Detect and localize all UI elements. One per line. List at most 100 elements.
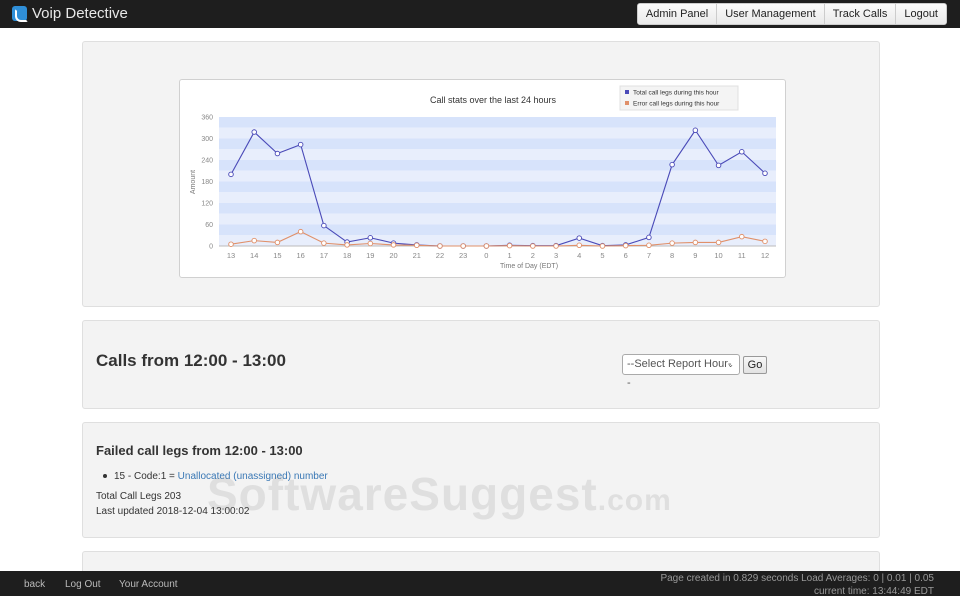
grid-band (219, 203, 776, 214)
x-tick-label: 13 (227, 251, 235, 260)
y-tick-label: 240 (201, 158, 213, 165)
data-point-series-1 (251, 237, 257, 244)
data-point-series-0 (274, 150, 281, 157)
footer-page-stats: Page created in 0.829 seconds Load Avera… (660, 573, 934, 584)
report-hour-select[interactable]: --Select Report Hour-- ⌄ (622, 354, 740, 389)
data-point-series-1 (692, 239, 699, 246)
data-point-series-1 (483, 243, 490, 249)
x-tick-label: 0 (484, 251, 488, 260)
x-tick-label: 1 (508, 251, 512, 260)
x-tick-label: 18 (343, 251, 351, 260)
y-axis-label: Amount (190, 170, 197, 194)
y-tick-label: 180 (201, 179, 213, 186)
x-tick-label: 16 (296, 251, 304, 260)
x-tick-label: 6 (624, 251, 628, 260)
bullet-icon (103, 474, 107, 479)
x-tick-label: 2 (531, 251, 535, 260)
y-tick-label: 360 (201, 115, 213, 122)
go-button[interactable]: Go (743, 356, 767, 374)
watermark-main: SoftwareSuggest (207, 468, 598, 520)
grid-band (219, 117, 776, 128)
logout-button[interactable]: Logout (895, 4, 946, 24)
data-point-series-1 (274, 239, 281, 246)
x-tick-label: 11 (738, 251, 746, 260)
y-tick-label: 120 (201, 201, 213, 208)
grid-band (219, 181, 776, 193)
chart-legend: Total call legs during this hour Error c… (619, 85, 739, 111)
grid-band (219, 213, 776, 225)
user-management-button[interactable]: User Management (716, 4, 824, 24)
data-point-series-1 (297, 228, 304, 235)
data-point-series-1 (646, 242, 652, 249)
data-point-series-1 (437, 243, 443, 249)
data-point-series-0 (715, 162, 722, 169)
data-point-series-1 (715, 239, 722, 246)
x-tick-label: 12 (761, 251, 769, 260)
legend-swatch-error (625, 101, 629, 105)
watermark-suffix: .com (597, 484, 672, 517)
data-point-series-1 (599, 243, 606, 249)
x-tick-label: 22 (436, 251, 444, 260)
x-tick-label: 10 (714, 251, 722, 260)
legend-label-total: Total call legs during this hour (633, 90, 719, 97)
footer-account-link[interactable]: Your Account (119, 579, 178, 590)
watermark: SoftwareSuggest.com (207, 467, 672, 521)
data-point-series-1 (344, 242, 350, 248)
footer-logout-link[interactable]: Log Out (65, 579, 101, 590)
x-tick-label: 5 (600, 251, 604, 260)
x-tick-label: 8 (670, 251, 674, 260)
footer-bar: back Log Out Your Account Page created i… (0, 571, 960, 596)
call-stats-chart: 0 60 120 180 240 300 360 13 14 15 16 17 18 19 20 21 22 2… (179, 79, 786, 278)
data-point-series-1 (669, 240, 675, 246)
x-tick-label: 21 (413, 251, 421, 260)
data-point-series-1 (367, 240, 374, 247)
report-hour-select-value: --Select Report Hour-- (627, 358, 732, 389)
data-point-series-0 (251, 129, 257, 135)
total-call-legs: Total Call Legs 203 (96, 491, 182, 502)
x-tick-label: 19 (366, 251, 374, 260)
track-calls-button[interactable]: Track Calls (823, 4, 896, 24)
data-point-series-0 (576, 235, 583, 241)
grid-band (219, 160, 776, 171)
nav-button-group: Admin Panel User Management Track Calls … (636, 3, 947, 25)
x-tick-label: 4 (577, 251, 581, 260)
data-point-series-0 (669, 161, 675, 168)
data-point-series-0 (692, 127, 699, 134)
footer-back-link[interactable]: back (24, 579, 45, 590)
grid-band (219, 235, 776, 246)
y-tick-label: 0 (209, 244, 213, 251)
top-navbar: Voip Detective Admin Panel User Manageme… (0, 0, 960, 28)
x-axis-label: Time of Day (EDT) (500, 263, 558, 270)
app-title: Voip Detective (32, 5, 128, 22)
x-tick-label: 14 (250, 251, 258, 260)
data-point-series-1 (460, 243, 466, 249)
call-stats-chart-svg: 060120180240300360 13 14 15 16 17 18 19 20 21 22 2… (190, 85, 776, 270)
app-brand[interactable]: Voip Detective (12, 5, 128, 22)
data-point-series-1 (321, 240, 327, 246)
failed-call-item-text: 15 - Code:1 = (114, 471, 178, 482)
y-tick-label: 300 (201, 136, 213, 143)
data-point-series-1 (762, 238, 768, 245)
x-tick-label: 17 (320, 251, 328, 260)
phone-app-icon (12, 6, 28, 22)
y-tick-label: 60 (205, 222, 213, 229)
grid-band (219, 170, 776, 182)
data-point-series-1 (739, 233, 745, 240)
x-tick-label: 7 (647, 251, 651, 260)
data-point-series-0 (762, 170, 768, 177)
legend-label-error: Error call legs during this hour (633, 101, 720, 108)
data-point-series-1 (553, 243, 559, 249)
data-point-series-0 (739, 149, 745, 155)
footer-current-time: current time: 13:44:49 EDT (813, 586, 934, 596)
data-point-series-1 (506, 242, 513, 249)
data-point-series-1 (530, 243, 536, 249)
x-tick-label: 9 (693, 251, 697, 260)
calls-heading: Calls from 12:00 - 13:00 (96, 351, 286, 370)
x-tick-label: 3 (554, 251, 558, 260)
data-point-series-1 (413, 242, 420, 249)
data-point-series-1 (576, 242, 583, 249)
chart-panel: 0 60 120 180 240 300 360 13 14 15 16 17 18 19 20 21 22 2… (82, 41, 880, 307)
chart-title: Call stats over the last 24 hours (430, 95, 557, 105)
admin-panel-button[interactable]: Admin Panel (637, 4, 717, 24)
x-tick-label: 23 (459, 251, 467, 260)
